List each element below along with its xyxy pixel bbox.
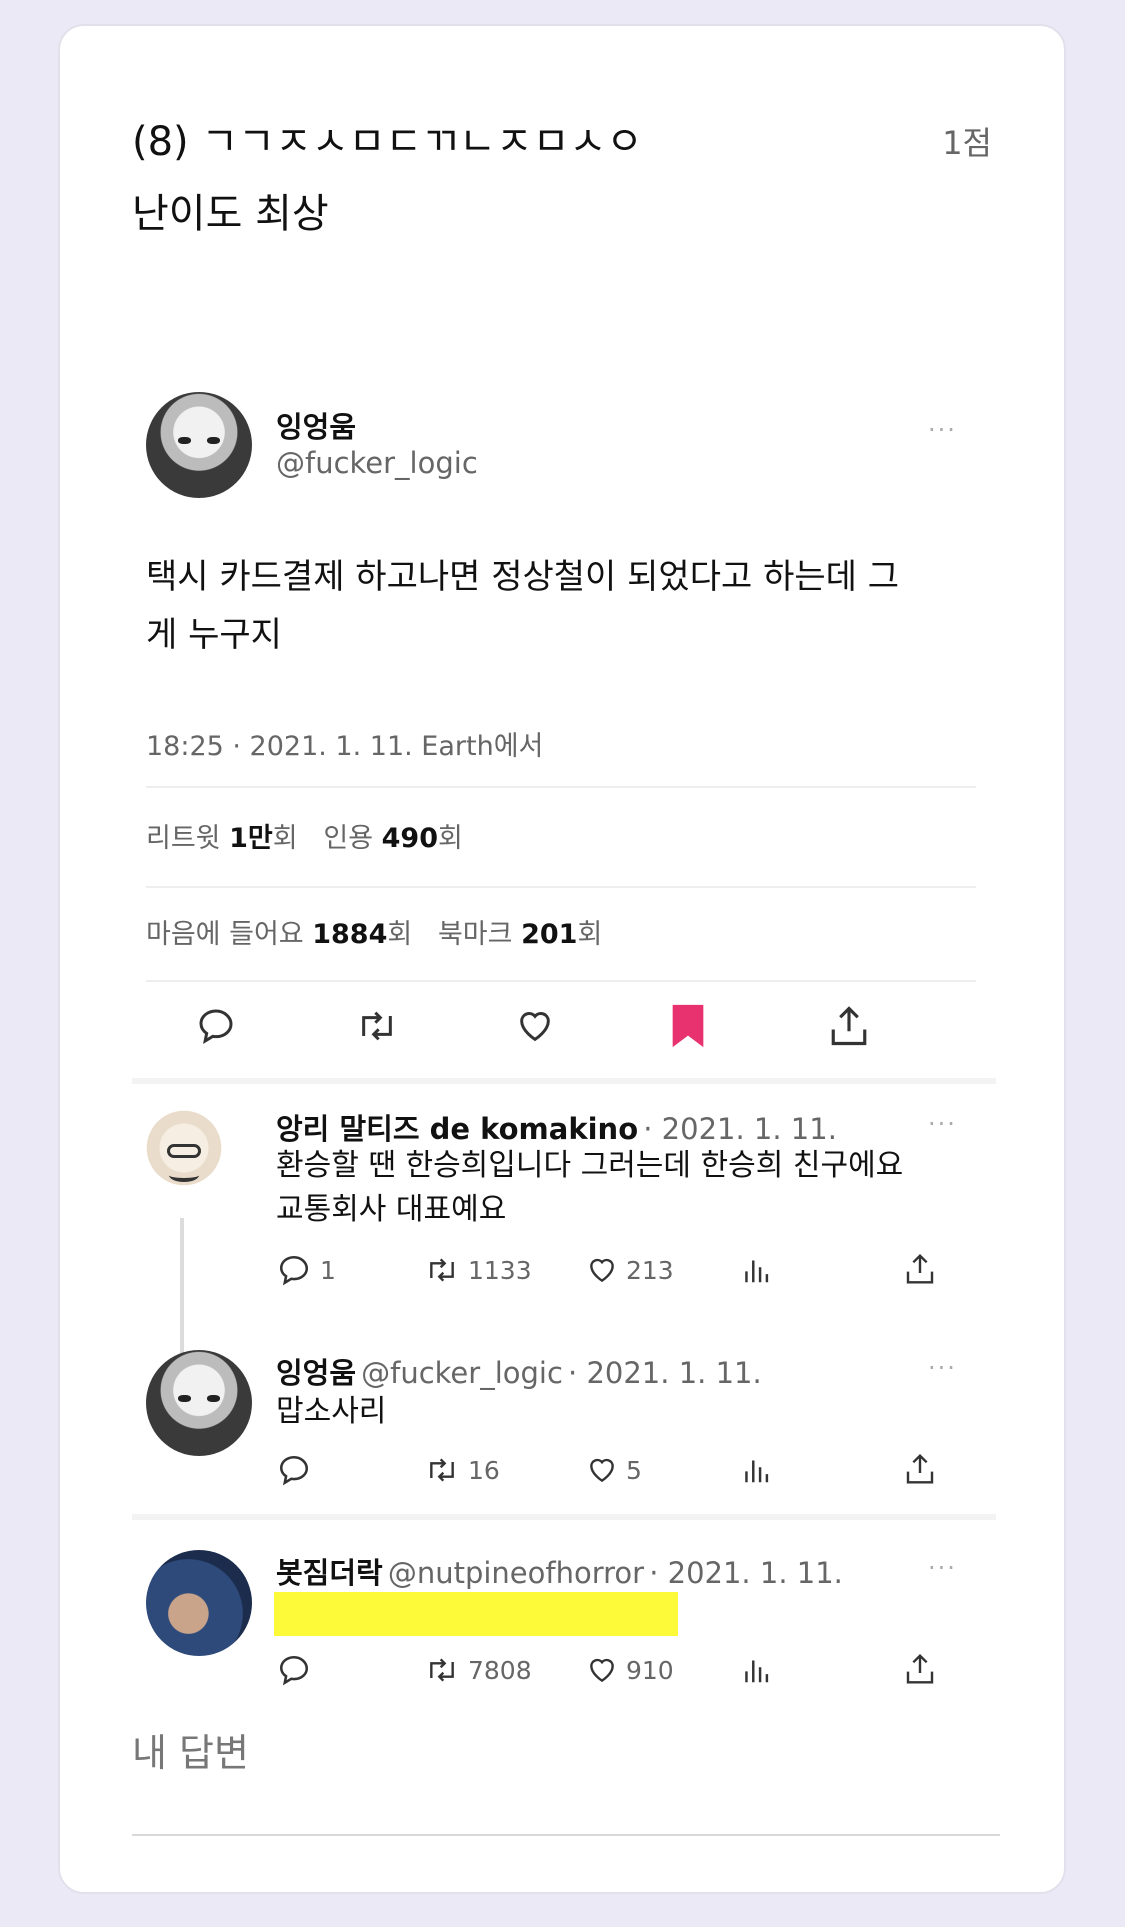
reply-count: 1 [320,1256,336,1285]
retweet-count: 16 [468,1456,500,1485]
answer-input[interactable] [132,1792,1000,1836]
like-icon[interactable] [584,1452,620,1488]
reply-date: · 2021. 1. 11. [649,1556,843,1590]
like-count: 910 [626,1656,674,1685]
reply-date: · 2021. 1. 11. [568,1356,762,1390]
more-icon: ··· [928,1354,957,1382]
likes-unit: 회 [387,919,413,950]
reply-author-name: 잉엉움 [276,1356,357,1390]
tweet-text-line-2: 게 누구지 [146,615,282,655]
question-difficulty: 난이도 최상 [132,191,329,237]
quotes-label: 인용 [323,823,374,854]
retweet-icon[interactable] [422,1252,462,1288]
tweet-text-line-1: 택시 카드결제 하고나면 정상철이 되었다고 하는데 그 [146,557,900,597]
likes-value: 1884 [312,919,388,950]
retweets-label: 리트윗 [146,823,221,854]
share-icon[interactable] [902,1650,938,1688]
reply-text-line-2: 교통회사 대표예요 [276,1192,507,1227]
stats-icon[interactable] [740,1252,772,1288]
reply-text-line-1: 맙소사리 [276,1394,387,1429]
reply-header: 잉엉움 @fucker_logic · 2021. 1. 11. [276,1350,762,1392]
stats-icon[interactable] [740,1452,772,1488]
like-count: 5 [626,1456,642,1485]
like-icon[interactable] [512,1004,558,1048]
retweet-icon[interactable] [422,1652,462,1688]
reply-avatar [146,1550,252,1656]
reply-header: 앙리 말티즈 de komakino · 2021. 1. 11. [276,1106,837,1148]
question-points: 1점 [942,124,992,162]
reply-icon[interactable] [276,1652,312,1688]
likes-label: 마음에 들어요 [146,919,304,950]
tweet-author-name: 잉엉움 [276,410,357,444]
reply-text-line-1: 환승할 땐 한승희입니다 그러는데 한승희 친구에요 [276,1148,904,1183]
question-header: (8) ㄱㄱㅈㅅㅁㄷㄲㄴㅈㅁㅅㅇ 1점 [132,112,992,172]
divider [132,1078,996,1084]
question-card: (8) ㄱㄱㅈㅅㅁㄷㄲㄴㅈㅁㅅㅇ 1점 난이도 최상 잉엉움 @fucker_l… [58,24,1066,1894]
tweet-screenshot: 잉엉움 @fucker_logic ··· 택시 카드결제 하고나면 정상철이 … [132,346,996,1686]
reply-author-handle: @nutpineofhorror [387,1556,645,1590]
reply-author-name: 앙리 말티즈 de komakino [276,1112,639,1146]
quotes-unit: 회 [438,823,463,854]
reply-icon[interactable] [194,1004,238,1048]
retweets-value: 1만 [229,823,273,854]
stats-icon[interactable] [740,1652,772,1688]
reply-icon[interactable] [276,1252,312,1288]
reply-icon[interactable] [276,1452,312,1488]
author-avatar [146,392,252,498]
tweet-stats-row-1: 리트윗 1만회 인용 490회 [146,816,463,855]
more-icon: ··· [928,1554,957,1582]
answer-label: 내 답변 [132,1731,249,1775]
more-icon: ··· [928,1110,957,1138]
like-icon[interactable] [584,1252,620,1288]
retweets-unit: 회 [272,823,298,854]
reply-avatar [146,1350,252,1456]
retweet-icon[interactable] [422,1452,462,1488]
like-count: 213 [626,1256,674,1285]
tweet-author-handle: @fucker_logic [276,446,478,480]
retweet-count: 7808 [468,1656,532,1685]
more-icon: ··· [928,416,957,444]
question-title: (8) ㄱㄱㅈㅅㅁㄷㄲㄴㅈㅁㅅㅇ [132,119,643,165]
bookmark-icon[interactable] [668,1002,708,1050]
retweet-count: 1133 [468,1256,532,1285]
like-icon[interactable] [584,1652,620,1688]
reply-date: · 2021. 1. 11. [643,1112,837,1146]
reply-author-handle: @fucker_logic [361,1356,563,1390]
bookmarks-unit: 회 [577,919,603,950]
tweet-stats-row-2: 마음에 들어요 1884회 북마크 201회 [146,912,602,951]
share-icon[interactable] [902,1450,938,1488]
share-icon[interactable] [902,1250,938,1288]
quotes-value: 490 [381,823,439,854]
bookmarks-value: 201 [521,919,578,950]
reply-author-name: 봇짐더락 [276,1556,383,1590]
reply-avatar [146,1108,222,1208]
reply-header: 봇짐더락 @nutpineofhorror · 2021. 1. 11. [276,1550,843,1592]
redacted-highlight [274,1592,678,1636]
divider [146,786,976,788]
share-icon[interactable] [826,1002,872,1050]
tweet-timestamp: 18:25 · 2021. 1. 11. Earth에서 [146,731,544,762]
divider [146,886,976,888]
divider [132,1514,996,1520]
retweet-icon[interactable] [350,1004,404,1048]
bookmarks-label: 북마크 [437,919,513,950]
divider [146,980,976,982]
